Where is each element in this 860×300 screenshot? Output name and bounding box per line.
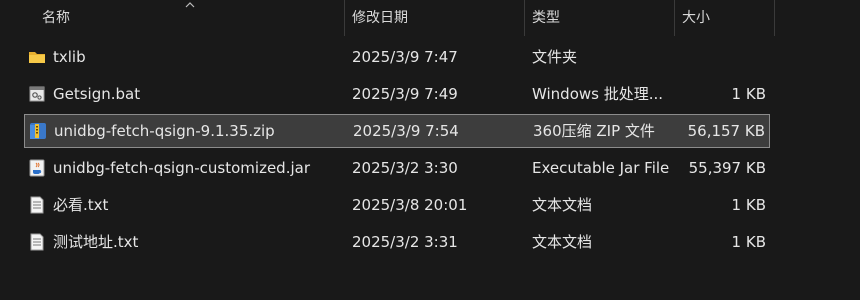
file-name: unidbg-fetch-qsign-9.1.35.zip [54,122,275,140]
file-modified-date: 2025/3/9 7:54 [353,122,459,140]
file-modified-date: 2025/3/2 3:30 [352,159,458,177]
file-name: Getsign.bat [53,85,141,103]
file-name: 必看.txt [53,196,109,214]
file-type: 文本文档 [532,196,593,214]
column-header-type[interactable]: 类型 [524,0,674,36]
column-header-date[interactable]: 修改日期 [344,0,524,36]
file-size: 56,157 KB [687,122,765,140]
file-type: 文件夹 [532,48,578,66]
file-size: 1 KB [731,85,766,103]
file-name: unidbg-fetch-qsign-customized.jar [53,159,310,177]
file-row[interactable]: 必看.txt 2025/3/8 20:01 文本文档 1 KB [24,188,770,222]
file-explorer-list: 名称 修改日期 类型 大小 txlib 2025/3/9 7:47 文件夹 Getsi… [0,0,860,300]
file-row[interactable]: unidbg-fetch-qsign-customized.jar 2025/3/… [24,151,770,185]
column-divider[interactable] [774,0,775,36]
file-type: 360压缩 ZIP 文件 [533,122,655,140]
file-type: Executable Jar File [532,159,670,177]
file-row[interactable]: txlib 2025/3/9 7:47 文件夹 [24,40,770,74]
java-jar-icon [28,159,46,177]
file-row[interactable]: 测试地址.txt 2025/3/2 3:31 文本文档 1 KB [24,225,770,259]
text-file-icon [28,233,46,251]
text-file-icon [28,196,46,214]
file-type: 文本文档 [532,233,593,251]
file-row[interactable]: unidbg-fetch-qsign-9.1.35.zip 2025/3/9 7:… [24,114,770,148]
file-type: Windows 批处理... [532,85,664,103]
file-modified-date: 2025/3/2 3:31 [352,233,458,251]
file-name: 测试地址.txt [53,233,139,251]
file-name: txlib [53,48,86,66]
zip-archive-icon [29,122,47,140]
column-header-size[interactable]: 大小 [674,0,774,36]
sort-ascending-icon [185,2,195,8]
file-modified-date: 2025/3/8 20:01 [352,196,468,214]
folder-icon [28,48,46,66]
file-modified-date: 2025/3/9 7:49 [352,85,458,103]
batch-file-icon [28,85,46,103]
file-size: 55,397 KB [688,159,766,177]
file-size: 1 KB [731,196,766,214]
column-header-bar: 名称 修改日期 类型 大小 [0,0,860,36]
file-row[interactable]: Getsign.bat 2025/3/9 7:49 Windows 批处理... 1 … [24,77,770,111]
file-modified-date: 2025/3/9 7:47 [352,48,458,66]
file-size: 1 KB [731,233,766,251]
